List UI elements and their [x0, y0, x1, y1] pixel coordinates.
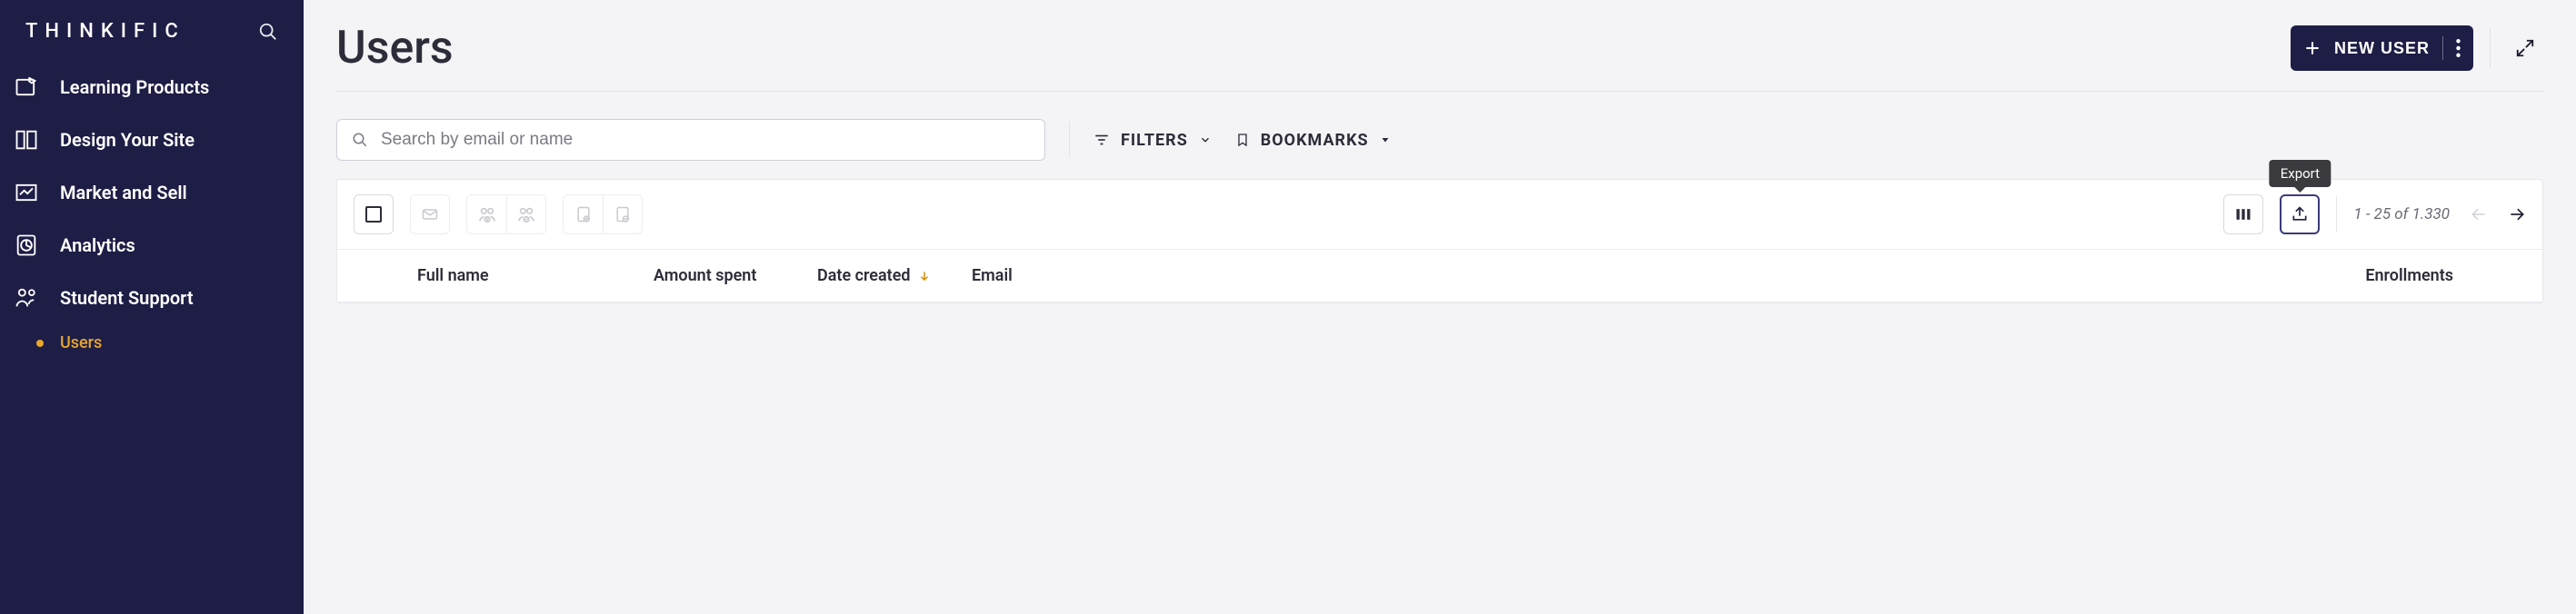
- filter-icon: [1093, 132, 1110, 148]
- page-title: Users: [336, 22, 454, 74]
- design-icon: [13, 126, 40, 154]
- group-actions: [466, 194, 546, 234]
- add-to-group-button[interactable]: [466, 194, 506, 234]
- button-divider: [2442, 36, 2443, 60]
- sidebar-item-label: Learning Products: [60, 76, 209, 98]
- sidebar-header: THINKIFIC: [0, 11, 304, 61]
- search-box[interactable]: [336, 119, 1045, 161]
- controls-row: FILTERS BOOKMARKS: [336, 92, 2543, 179]
- kebab-icon[interactable]: [2456, 39, 2461, 57]
- bookmarks-button[interactable]: BOOKMARKS: [1235, 131, 1391, 150]
- support-icon: [13, 284, 40, 312]
- brand-logo: THINKIFIC: [25, 20, 185, 43]
- select-all-checkbox[interactable]: [354, 194, 394, 234]
- table-toolbar: Export 1 - 25 of 1.330: [337, 180, 2542, 250]
- plus-icon: [2303, 39, 2321, 57]
- search-icon: [352, 132, 368, 148]
- column-header-date[interactable]: Date created: [808, 266, 963, 285]
- filters-label: FILTERS: [1121, 131, 1188, 150]
- new-user-button[interactable]: NEW USER: [2291, 25, 2473, 71]
- column-date-label: Date created: [817, 266, 911, 285]
- sidebar-subitem-users[interactable]: Users: [0, 324, 304, 361]
- sidebar-item-label: Design Your Site: [60, 129, 195, 151]
- sidebar: THINKIFIC Learning Products Design Your …: [0, 0, 304, 614]
- triangle-down-icon: [1380, 134, 1391, 145]
- expand-button[interactable]: [2507, 30, 2543, 66]
- controls-divider: [1069, 122, 1070, 158]
- sidebar-subitem-label: Users: [60, 333, 102, 352]
- sidebar-item-label: Market and Sell: [60, 182, 187, 203]
- email-action-button[interactable]: [410, 194, 450, 234]
- column-header-fullname[interactable]: Full name: [408, 266, 644, 285]
- export-tooltip: Export: [2270, 160, 2331, 187]
- learning-products-icon: [13, 74, 40, 101]
- column-header-amount[interactable]: Amount spent: [644, 266, 808, 285]
- next-page-button[interactable]: [2508, 205, 2526, 223]
- enroll-button[interactable]: [563, 194, 603, 234]
- checkbox-icon: [365, 206, 382, 223]
- toolbar-left: [354, 194, 643, 234]
- bookmarks-label: BOOKMARKS: [1261, 131, 1369, 150]
- toolbar-right: Export 1 - 25 of 1.330: [2223, 194, 2526, 234]
- chevron-down-icon: [1199, 134, 1212, 146]
- header-divider: [2490, 28, 2491, 68]
- sidebar-item-market-sell[interactable]: Market and Sell: [0, 166, 304, 219]
- pagination: 1 - 25 of 1.330: [2353, 205, 2526, 223]
- column-header-email[interactable]: Email: [963, 266, 1199, 285]
- enroll-actions: [563, 194, 643, 234]
- prev-page-button[interactable]: [2470, 205, 2488, 223]
- sidebar-item-label: Student Support: [60, 287, 194, 309]
- new-user-label: NEW USER: [2334, 39, 2430, 58]
- sidebar-item-learning-products[interactable]: Learning Products: [0, 61, 304, 114]
- export-button[interactable]: Export: [2280, 194, 2320, 234]
- page-header: Users NEW USER: [336, 22, 2543, 92]
- unenroll-button[interactable]: [603, 194, 643, 234]
- columns-button[interactable]: [2223, 194, 2263, 234]
- table-header-row: Full name Amount spent Date created Emai…: [337, 250, 2542, 302]
- sidebar-item-student-support[interactable]: Student Support: [0, 272, 304, 324]
- search-input[interactable]: [381, 130, 1030, 150]
- column-header-enrollments[interactable]: Enrollments: [1199, 266, 2490, 285]
- toolbar-divider: [2336, 196, 2337, 233]
- sidebar-item-analytics[interactable]: Analytics: [0, 219, 304, 272]
- search-icon[interactable]: [258, 22, 278, 42]
- main-content: Users NEW USER: [304, 0, 2576, 614]
- remove-from-group-button[interactable]: [506, 194, 546, 234]
- analytics-icon: [13, 232, 40, 259]
- market-icon: [13, 179, 40, 206]
- sort-desc-icon: [918, 269, 931, 283]
- sidebar-item-design-site[interactable]: Design Your Site: [0, 114, 304, 166]
- page-range: 1 - 25 of 1.330: [2353, 205, 2450, 223]
- bookmark-icon: [1235, 132, 1250, 148]
- sidebar-item-label: Analytics: [60, 234, 135, 256]
- filters-button[interactable]: FILTERS: [1093, 131, 1212, 150]
- active-dot-icon: [36, 340, 44, 347]
- header-actions: NEW USER: [2291, 25, 2543, 71]
- users-table: Export 1 - 25 of 1.330 Full name Amo: [336, 179, 2543, 303]
